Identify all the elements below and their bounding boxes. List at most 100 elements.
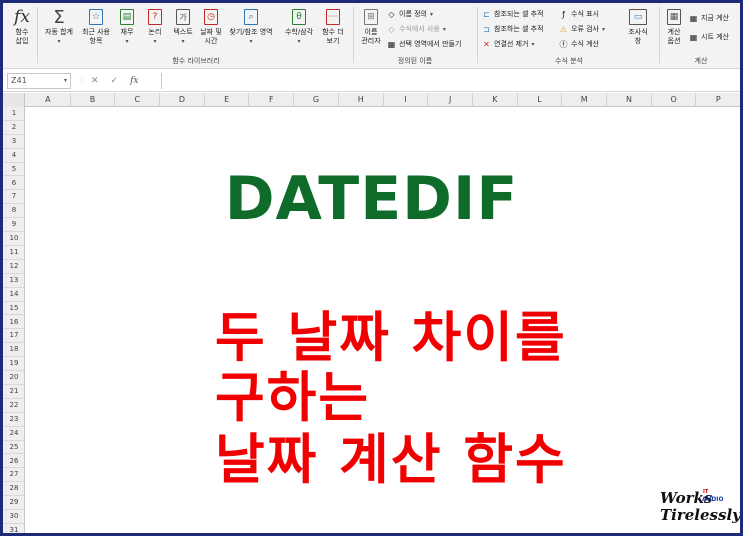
star-icon: ☆ bbox=[87, 7, 105, 27]
math-trig-button[interactable]: θ 수학/삼각 ▾ bbox=[279, 7, 319, 46]
show-formulas-button[interactable]: ƒ 수식 표시 bbox=[559, 9, 599, 19]
row-header-20[interactable]: 20 bbox=[3, 371, 24, 385]
watch-window-label: 조사식 창 bbox=[628, 28, 648, 45]
watch-window-button[interactable]: ▭ 조사식 창 bbox=[623, 7, 653, 46]
chevron-down-icon: ▾ bbox=[125, 38, 129, 45]
column-header-m[interactable]: M bbox=[562, 93, 608, 107]
column-header-g[interactable]: G bbox=[294, 93, 339, 107]
more-functions-button[interactable]: ⋯ 함수 더 보기 bbox=[319, 7, 347, 46]
trace-dependents-button[interactable]: ⊐ 참조하는 셀 추적 bbox=[482, 24, 543, 34]
row-header-30[interactable]: 30 bbox=[3, 510, 24, 524]
row-header-22[interactable]: 22 bbox=[3, 399, 24, 413]
financial-button[interactable]: ▤ 재무 ▾ bbox=[115, 7, 139, 46]
datetime-label: 날짜 및 시간 bbox=[200, 28, 222, 45]
row-header-11[interactable]: 11 bbox=[3, 246, 24, 260]
formula-input[interactable] bbox=[161, 73, 740, 89]
row-header-4[interactable]: 4 bbox=[3, 149, 24, 163]
lookup-reference-button[interactable]: ⌕ 찾기/참조 영역 ▾ bbox=[227, 7, 275, 46]
chevron-down-icon: ▾ bbox=[442, 25, 446, 33]
insert-function-button[interactable]: fx 함수 삽입 bbox=[9, 7, 35, 46]
name-manager-label: 이름 관리자 bbox=[361, 28, 381, 45]
row-header-10[interactable]: 10 bbox=[3, 232, 24, 246]
row-header-19[interactable]: 19 bbox=[3, 357, 24, 372]
text-button[interactable]: 가 텍스트 ▾ bbox=[169, 7, 197, 46]
row-header-23[interactable]: 23 bbox=[3, 413, 24, 427]
datetime-button[interactable]: ◷ 날짜 및 시간 bbox=[197, 7, 225, 46]
row-header-28[interactable]: 28 bbox=[3, 482, 24, 497]
column-header-k[interactable]: K bbox=[473, 93, 518, 107]
logo-audio-text: AUDIO bbox=[702, 496, 724, 503]
column-header-a[interactable]: A bbox=[26, 93, 71, 107]
evaluate-formula-label: 수식 계산 bbox=[571, 40, 599, 48]
row-header-25[interactable]: 25 bbox=[3, 441, 24, 455]
name-box[interactable]: Z41 ▾ bbox=[7, 73, 71, 89]
chevron-down-icon[interactable]: ▾ bbox=[64, 74, 67, 88]
column-header-c[interactable]: C bbox=[115, 93, 161, 107]
autosum-label: 자동 합계 bbox=[45, 28, 73, 36]
cancel-icon[interactable]: ✕ bbox=[91, 76, 99, 86]
column-header-f[interactable]: F bbox=[250, 93, 295, 107]
column-headers: ABCDEFGHIJKLMNOP bbox=[3, 93, 740, 107]
row-header-16[interactable]: 16 bbox=[3, 316, 24, 330]
name-box-value: Z41 bbox=[11, 76, 27, 85]
calculation-options-label: 계산 옵션 bbox=[667, 28, 681, 45]
column-header-d[interactable]: D bbox=[160, 93, 205, 107]
column-header-b[interactable]: B bbox=[71, 93, 116, 107]
enter-icon[interactable]: ✓ bbox=[111, 76, 119, 86]
theta-icon: θ bbox=[290, 7, 308, 27]
chevron-down-icon: ▾ bbox=[181, 38, 185, 45]
use-in-formula-button[interactable]: ◇ 수식에서 사용 ▾ bbox=[387, 24, 446, 34]
remove-arrows-button[interactable]: ✕ 연결선 제거 ▾ bbox=[482, 39, 534, 49]
recent-functions-label: 최근 사용 항목 bbox=[82, 28, 110, 45]
calculate-sheet-button[interactable]: ▦ 시트 계산 bbox=[689, 32, 729, 42]
ribbon-separator bbox=[353, 7, 354, 63]
screenshot-frame: fx 함수 삽입 Σ 자동 합계 ▾ ☆ 최근 사용 항목 ▤ 재무 ▾ ? 논… bbox=[0, 0, 743, 536]
calculate-now-button[interactable]: ▦ 지금 계산 bbox=[689, 13, 729, 23]
logical-button[interactable]: ? 논리 ▾ bbox=[143, 7, 167, 46]
row-header-2[interactable]: 2 bbox=[3, 121, 24, 135]
column-header-n[interactable]: N bbox=[607, 93, 652, 107]
question-icon: ? bbox=[146, 7, 164, 27]
column-header-o[interactable]: O bbox=[652, 93, 697, 107]
row-header-21[interactable]: 21 bbox=[3, 385, 24, 399]
calculate-now-label: 지금 계산 bbox=[701, 14, 729, 22]
row-header-12[interactable]: 12 bbox=[3, 260, 24, 274]
trace-precedents-button[interactable]: ⊏ 참조되는 셀 추적 bbox=[482, 9, 544, 19]
sigma-icon: Σ bbox=[53, 6, 65, 28]
calculation-options-button[interactable]: ▦ 계산 옵션 bbox=[662, 7, 686, 46]
row-header-13[interactable]: 13 bbox=[3, 274, 24, 288]
define-name-button[interactable]: ◇ 이름 정의 ▾ bbox=[387, 9, 433, 19]
trace-precedents-label: 참조되는 셀 추적 bbox=[494, 10, 544, 18]
group-label-defined-names: 정의된 이름 bbox=[397, 57, 433, 65]
column-header-p[interactable]: P bbox=[697, 93, 741, 107]
row-header-1[interactable]: 1 bbox=[3, 107, 24, 121]
row-header-26[interactable]: 26 bbox=[3, 455, 24, 469]
row-header-24[interactable]: 24 bbox=[3, 427, 24, 441]
row-header-29[interactable]: 29 bbox=[3, 496, 24, 511]
column-header-e[interactable]: E bbox=[205, 93, 250, 107]
grid-icon: ▦ bbox=[387, 39, 396, 49]
row-header-31[interactable]: 31 bbox=[3, 524, 24, 533]
column-header-l[interactable]: L bbox=[518, 93, 563, 107]
name-manager-button[interactable]: ⊞ 이름 관리자 bbox=[357, 7, 385, 46]
autosum-button[interactable]: Σ 자동 합계 ▾ bbox=[40, 7, 78, 46]
insert-function-icon[interactable]: fx bbox=[130, 76, 138, 86]
row-header-3[interactable]: 3 bbox=[3, 135, 24, 149]
error-checking-button[interactable]: ⚠ 오류 검사 ▾ bbox=[559, 24, 605, 34]
evaluate-formula-button[interactable]: ⓕ 수식 계산 bbox=[559, 39, 600, 49]
calculate-sheet-label: 시트 계산 bbox=[701, 33, 729, 41]
row-header-15[interactable]: 15 bbox=[3, 302, 24, 316]
create-from-selection-button[interactable]: ▦ 선택 영역에서 만들기 bbox=[387, 39, 462, 49]
select-all-button[interactable] bbox=[3, 93, 25, 107]
column-header-i[interactable]: I bbox=[384, 93, 429, 107]
row-header-18[interactable]: 18 bbox=[3, 343, 24, 358]
column-header-h[interactable]: H bbox=[339, 93, 384, 107]
recent-functions-button[interactable]: ☆ 최근 사용 항목 bbox=[79, 7, 113, 46]
row-header-17[interactable]: 17 bbox=[3, 329, 24, 344]
row-header-27[interactable]: 27 bbox=[3, 468, 24, 483]
row-header-14[interactable]: 14 bbox=[3, 288, 24, 302]
ribbon-separator bbox=[37, 7, 38, 63]
more-icon[interactable]: ⋮ bbox=[79, 77, 85, 84]
subtitle-line-3: 날짜 계산 함수 bbox=[215, 428, 567, 491]
column-header-j[interactable]: J bbox=[428, 93, 473, 107]
